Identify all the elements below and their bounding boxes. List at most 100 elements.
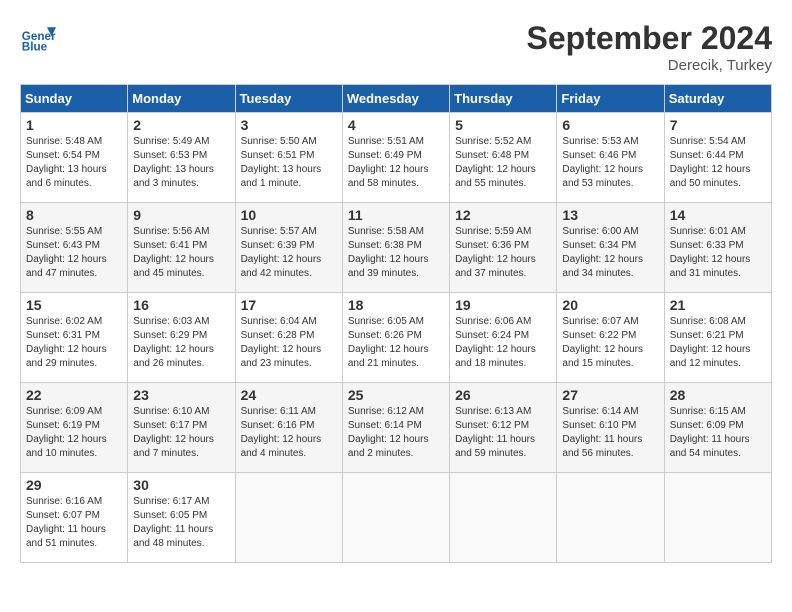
empty-cell: [664, 473, 771, 563]
day-info: Sunrise: 5:52 AMSunset: 6:48 PMDaylight:…: [455, 136, 536, 189]
calendar-week-2: 15 Sunrise: 6:02 AMSunset: 6:31 PMDaylig…: [21, 293, 772, 383]
day-info: Sunrise: 5:48 AMSunset: 6:54 PMDaylight:…: [26, 136, 107, 189]
calendar-week-1: 8 Sunrise: 5:55 AMSunset: 6:43 PMDayligh…: [21, 203, 772, 293]
header-friday: Friday: [557, 85, 664, 113]
day-number: 22: [26, 387, 122, 403]
day-number: 28: [670, 387, 766, 403]
day-number: 27: [562, 387, 658, 403]
calendar-day-23: 23 Sunrise: 6:10 AMSunset: 6:17 PMDaylig…: [128, 383, 235, 473]
calendar-day-6: 6 Sunrise: 5:53 AMSunset: 6:46 PMDayligh…: [557, 113, 664, 203]
day-number: 3: [241, 117, 337, 133]
day-number: 26: [455, 387, 551, 403]
location: Derecik, Turkey: [527, 57, 772, 74]
calendar-week-3: 22 Sunrise: 6:09 AMSunset: 6:19 PMDaylig…: [21, 383, 772, 473]
calendar-day-13: 13 Sunrise: 6:00 AMSunset: 6:34 PMDaylig…: [557, 203, 664, 293]
day-info: Sunrise: 5:51 AMSunset: 6:49 PMDaylight:…: [348, 136, 429, 189]
day-info: Sunrise: 5:59 AMSunset: 6:36 PMDaylight:…: [455, 226, 536, 279]
day-number: 17: [241, 297, 337, 313]
calendar-day-21: 21 Sunrise: 6:08 AMSunset: 6:21 PMDaylig…: [664, 293, 771, 383]
day-number: 24: [241, 387, 337, 403]
calendar-day-25: 25 Sunrise: 6:12 AMSunset: 6:14 PMDaylig…: [342, 383, 449, 473]
calendar-day-1: 1 Sunrise: 5:48 AMSunset: 6:54 PMDayligh…: [21, 113, 128, 203]
empty-cell: [557, 473, 664, 563]
day-info: Sunrise: 6:00 AMSunset: 6:34 PMDaylight:…: [562, 226, 643, 279]
day-number: 15: [26, 297, 122, 313]
calendar-day-16: 16 Sunrise: 6:03 AMSunset: 6:29 PMDaylig…: [128, 293, 235, 383]
calendar-day-7: 7 Sunrise: 5:54 AMSunset: 6:44 PMDayligh…: [664, 113, 771, 203]
day-number: 4: [348, 117, 444, 133]
day-info: Sunrise: 6:09 AMSunset: 6:19 PMDaylight:…: [26, 406, 107, 459]
calendar-day-29: 29 Sunrise: 6:16 AMSunset: 6:07 PMDaylig…: [21, 473, 128, 563]
calendar-day-9: 9 Sunrise: 5:56 AMSunset: 6:41 PMDayligh…: [128, 203, 235, 293]
day-number: 23: [133, 387, 229, 403]
page-header: General Blue September 2024 Derecik, Tur…: [20, 20, 772, 74]
calendar-day-14: 14 Sunrise: 6:01 AMSunset: 6:33 PMDaylig…: [664, 203, 771, 293]
day-number: 5: [455, 117, 551, 133]
day-number: 13: [562, 207, 658, 223]
day-info: Sunrise: 6:01 AMSunset: 6:33 PMDaylight:…: [670, 226, 751, 279]
calendar-day-5: 5 Sunrise: 5:52 AMSunset: 6:48 PMDayligh…: [450, 113, 557, 203]
logo: General Blue: [20, 20, 56, 56]
day-info: Sunrise: 6:10 AMSunset: 6:17 PMDaylight:…: [133, 406, 214, 459]
day-info: Sunrise: 6:17 AMSunset: 6:05 PMDaylight:…: [133, 496, 213, 549]
calendar-day-15: 15 Sunrise: 6:02 AMSunset: 6:31 PMDaylig…: [21, 293, 128, 383]
day-number: 9: [133, 207, 229, 223]
calendar-day-10: 10 Sunrise: 5:57 AMSunset: 6:39 PMDaylig…: [235, 203, 342, 293]
day-info: Sunrise: 6:02 AMSunset: 6:31 PMDaylight:…: [26, 316, 107, 369]
calendar-day-12: 12 Sunrise: 5:59 AMSunset: 6:36 PMDaylig…: [450, 203, 557, 293]
title-block: September 2024 Derecik, Turkey: [527, 20, 772, 74]
calendar-day-22: 22 Sunrise: 6:09 AMSunset: 6:19 PMDaylig…: [21, 383, 128, 473]
day-number: 11: [348, 207, 444, 223]
header-tuesday: Tuesday: [235, 85, 342, 113]
day-number: 18: [348, 297, 444, 313]
calendar-day-3: 3 Sunrise: 5:50 AMSunset: 6:51 PMDayligh…: [235, 113, 342, 203]
day-number: 1: [26, 117, 122, 133]
day-number: 6: [562, 117, 658, 133]
day-number: 2: [133, 117, 229, 133]
day-info: Sunrise: 5:49 AMSunset: 6:53 PMDaylight:…: [133, 136, 214, 189]
calendar-day-28: 28 Sunrise: 6:15 AMSunset: 6:09 PMDaylig…: [664, 383, 771, 473]
header-wednesday: Wednesday: [342, 85, 449, 113]
day-number: 8: [26, 207, 122, 223]
day-number: 14: [670, 207, 766, 223]
day-info: Sunrise: 6:07 AMSunset: 6:22 PMDaylight:…: [562, 316, 643, 369]
weekday-header-row: Sunday Monday Tuesday Wednesday Thursday…: [21, 85, 772, 113]
day-info: Sunrise: 5:50 AMSunset: 6:51 PMDaylight:…: [241, 136, 322, 189]
calendar-day-8: 8 Sunrise: 5:55 AMSunset: 6:43 PMDayligh…: [21, 203, 128, 293]
day-number: 29: [26, 477, 122, 493]
day-info: Sunrise: 6:03 AMSunset: 6:29 PMDaylight:…: [133, 316, 214, 369]
svg-text:Blue: Blue: [22, 41, 48, 54]
calendar-week-0: 1 Sunrise: 5:48 AMSunset: 6:54 PMDayligh…: [21, 113, 772, 203]
day-info: Sunrise: 5:58 AMSunset: 6:38 PMDaylight:…: [348, 226, 429, 279]
month-title: September 2024: [527, 20, 772, 57]
day-number: 19: [455, 297, 551, 313]
calendar-week-4: 29 Sunrise: 6:16 AMSunset: 6:07 PMDaylig…: [21, 473, 772, 563]
empty-cell: [450, 473, 557, 563]
day-info: Sunrise: 6:05 AMSunset: 6:26 PMDaylight:…: [348, 316, 429, 369]
empty-cell: [235, 473, 342, 563]
day-info: Sunrise: 6:04 AMSunset: 6:28 PMDaylight:…: [241, 316, 322, 369]
day-number: 20: [562, 297, 658, 313]
day-number: 30: [133, 477, 229, 493]
calendar-day-20: 20 Sunrise: 6:07 AMSunset: 6:22 PMDaylig…: [557, 293, 664, 383]
calendar-day-30: 30 Sunrise: 6:17 AMSunset: 6:05 PMDaylig…: [128, 473, 235, 563]
header-saturday: Saturday: [664, 85, 771, 113]
day-info: Sunrise: 5:57 AMSunset: 6:39 PMDaylight:…: [241, 226, 322, 279]
day-info: Sunrise: 5:54 AMSunset: 6:44 PMDaylight:…: [670, 136, 751, 189]
day-info: Sunrise: 6:11 AMSunset: 6:16 PMDaylight:…: [241, 406, 322, 459]
calendar-day-18: 18 Sunrise: 6:05 AMSunset: 6:26 PMDaylig…: [342, 293, 449, 383]
day-info: Sunrise: 6:06 AMSunset: 6:24 PMDaylight:…: [455, 316, 536, 369]
day-number: 10: [241, 207, 337, 223]
calendar-day-2: 2 Sunrise: 5:49 AMSunset: 6:53 PMDayligh…: [128, 113, 235, 203]
day-info: Sunrise: 6:14 AMSunset: 6:10 PMDaylight:…: [562, 406, 642, 459]
day-info: Sunrise: 6:13 AMSunset: 6:12 PMDaylight:…: [455, 406, 535, 459]
calendar-day-24: 24 Sunrise: 6:11 AMSunset: 6:16 PMDaylig…: [235, 383, 342, 473]
calendar-day-11: 11 Sunrise: 5:58 AMSunset: 6:38 PMDaylig…: [342, 203, 449, 293]
header-thursday: Thursday: [450, 85, 557, 113]
day-number: 21: [670, 297, 766, 313]
calendar-table: Sunday Monday Tuesday Wednesday Thursday…: [20, 84, 772, 563]
day-number: 25: [348, 387, 444, 403]
calendar-day-4: 4 Sunrise: 5:51 AMSunset: 6:49 PMDayligh…: [342, 113, 449, 203]
logo-icon: General Blue: [20, 20, 56, 56]
day-info: Sunrise: 6:15 AMSunset: 6:09 PMDaylight:…: [670, 406, 750, 459]
